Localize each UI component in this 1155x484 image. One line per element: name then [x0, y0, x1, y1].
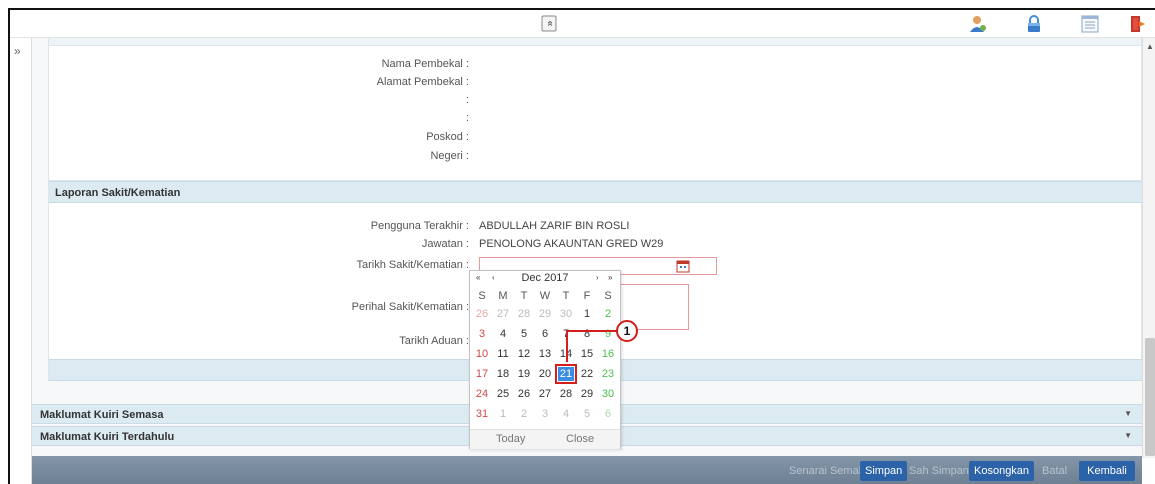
calendar-day[interactable]: 4	[558, 407, 574, 421]
tarikh-aduan-label: Tarikh Aduan :	[399, 335, 469, 347]
chevron-down-icon[interactable]: ▼	[1124, 431, 1132, 440]
calendar-day[interactable]: 27	[495, 307, 511, 321]
calendar-day[interactable]: 17	[474, 367, 490, 381]
jawatan-label: Jawatan :	[421, 238, 469, 250]
calendar-day[interactable]: 31	[474, 407, 490, 421]
perihal-label: Perihal Sakit/Kematian :	[351, 301, 469, 313]
calendar-day[interactable]: 26	[516, 387, 532, 401]
kosongkan-button[interactable]: Kosongkan	[969, 461, 1035, 481]
calendar-day[interactable]: 6	[600, 407, 616, 421]
tarikh-label: Tarikh Sakit/Kematian :	[356, 259, 470, 271]
weekday-header: S	[604, 290, 612, 302]
collapse-up-button[interactable]: «	[541, 15, 557, 32]
weekday-header: S	[478, 290, 486, 302]
user-icon[interactable]	[968, 14, 988, 34]
calendar-footer: Today Close	[470, 429, 620, 449]
top-bar: «	[10, 10, 1155, 38]
calendar-icon[interactable]	[676, 259, 690, 273]
pengguna-label: Pengguna Terakhir :	[370, 220, 469, 232]
calendar-day[interactable]: 11	[495, 347, 511, 361]
calendar-day[interactable]: 2	[516, 407, 532, 421]
calendar-day[interactable]: 5	[579, 407, 595, 421]
calendar-day[interactable]: 20	[537, 367, 553, 381]
field-label: Poskod :	[426, 131, 469, 143]
annotation-step-badge: 1	[616, 320, 638, 342]
calendar-day[interactable]: 24	[474, 387, 490, 401]
calendar-day[interactable]: 16	[600, 347, 616, 361]
calendar-day[interactable]: 3	[537, 407, 553, 421]
calendar-day[interactable]: 22	[579, 367, 595, 381]
section-title: Maklumat Kuiri Terdahulu	[40, 431, 175, 443]
calendar-day[interactable]: 13	[537, 347, 553, 361]
calendar-day[interactable]: 1	[579, 307, 595, 321]
annotation-line	[566, 330, 568, 362]
calendar-day[interactable]: 6	[537, 327, 553, 341]
close-button[interactable]: Close	[566, 433, 594, 445]
calendar-day[interactable]: 30	[558, 307, 574, 321]
calendar-day[interactable]: 18	[495, 367, 511, 381]
bottom-toolbar: Senarai Semak Simpan Sah Simpan Kosongka…	[32, 456, 1142, 484]
calendar-day[interactable]: 30	[600, 387, 616, 401]
pengguna-value: ABDULLAH ZARIF BIN ROSLI	[479, 220, 630, 232]
calendar-day[interactable]: 3	[474, 327, 490, 341]
calendar-day[interactable]: 28	[558, 387, 574, 401]
batal-button[interactable]: Batal	[1037, 461, 1072, 481]
field-label: Alamat Pembekal :	[376, 76, 469, 88]
vertical-scrollbar[interactable]: ▲	[1142, 38, 1155, 458]
field-label: Negeri :	[430, 150, 469, 162]
section-title: Maklumat Kuiri Semasa	[40, 409, 164, 421]
scroll-up-icon[interactable]: ▲	[1146, 42, 1154, 51]
expand-sidebar-icon[interactable]: »	[14, 44, 21, 58]
logout-icon[interactable]	[1128, 14, 1148, 34]
calendar-header: « ‹ Dec 2017 › »	[470, 271, 620, 287]
calendar-day[interactable]: 23	[600, 367, 616, 381]
calendar-day[interactable]: 27	[537, 387, 553, 401]
field-label: Nama Pembekal :	[381, 58, 469, 70]
lock-icon[interactable]	[1024, 14, 1044, 34]
calendar-day[interactable]: 15	[579, 347, 595, 361]
jawatan-value: PENOLONG AKAUNTAN GRED W29	[479, 238, 664, 250]
weekday-header: M	[498, 290, 508, 302]
supplier-panel: Nama Pembekal : Alamat Pembekal : : : Po…	[48, 38, 1142, 181]
kembali-button[interactable]: Kembali	[1079, 461, 1135, 481]
calendar-day[interactable]: 5	[516, 327, 532, 341]
laporan-header: Laporan Sakit/Kematian	[49, 181, 1141, 203]
left-sidebar-strip: »	[10, 38, 32, 484]
next-month-button[interactable]: ›	[596, 273, 599, 282]
calendar-day[interactable]: 28	[516, 307, 532, 321]
calendar-day[interactable]: 1	[495, 407, 511, 421]
date-picker: « ‹ Dec 2017 › » S M T W T F S 26 27 28 29 30 1 2 3 4 5 6…	[469, 270, 621, 449]
calendar-day[interactable]: 29	[537, 307, 553, 321]
next-year-button[interactable]: »	[608, 273, 612, 282]
senarai-semak-button[interactable]: Senarai Semak	[784, 461, 869, 481]
calendar-day[interactable]: 29	[579, 387, 595, 401]
calendar-day[interactable]: 19	[516, 367, 532, 381]
calendar-month-title: Dec 2017	[521, 272, 569, 284]
calendar-day[interactable]: 26	[474, 307, 490, 321]
weekday-header: T	[562, 290, 570, 302]
weekday-header: F	[583, 290, 591, 302]
sah-simpan-button[interactable]: Sah Simpan	[904, 461, 974, 481]
calendar-day[interactable]: 12	[516, 347, 532, 361]
field-label: :	[465, 94, 469, 106]
calendar-day[interactable]: 2	[600, 307, 616, 321]
calendar-day-selected[interactable]: 21	[555, 364, 577, 384]
annotation-line	[566, 330, 618, 332]
panel-top-strip	[49, 38, 1141, 46]
field-label: :	[465, 112, 469, 124]
calendar-day[interactable]: 25	[495, 387, 511, 401]
today-button[interactable]: Today	[496, 433, 525, 445]
weekday-header: T	[520, 290, 528, 302]
weekday-header: W	[539, 290, 551, 302]
chevron-down-icon[interactable]: ▼	[1124, 409, 1132, 418]
list-icon[interactable]	[1080, 14, 1100, 34]
scroll-thumb[interactable]	[1145, 338, 1155, 456]
simpan-button[interactable]: Simpan	[860, 461, 908, 481]
prev-year-button[interactable]: «	[476, 273, 480, 282]
calendar-day[interactable]: 4	[495, 327, 511, 341]
calendar-day[interactable]: 10	[474, 347, 490, 361]
app-window: « » Nama Pembekal: Alamat Pembekal:: …	[8, 8, 1155, 484]
prev-month-button[interactable]: ‹	[492, 273, 495, 282]
